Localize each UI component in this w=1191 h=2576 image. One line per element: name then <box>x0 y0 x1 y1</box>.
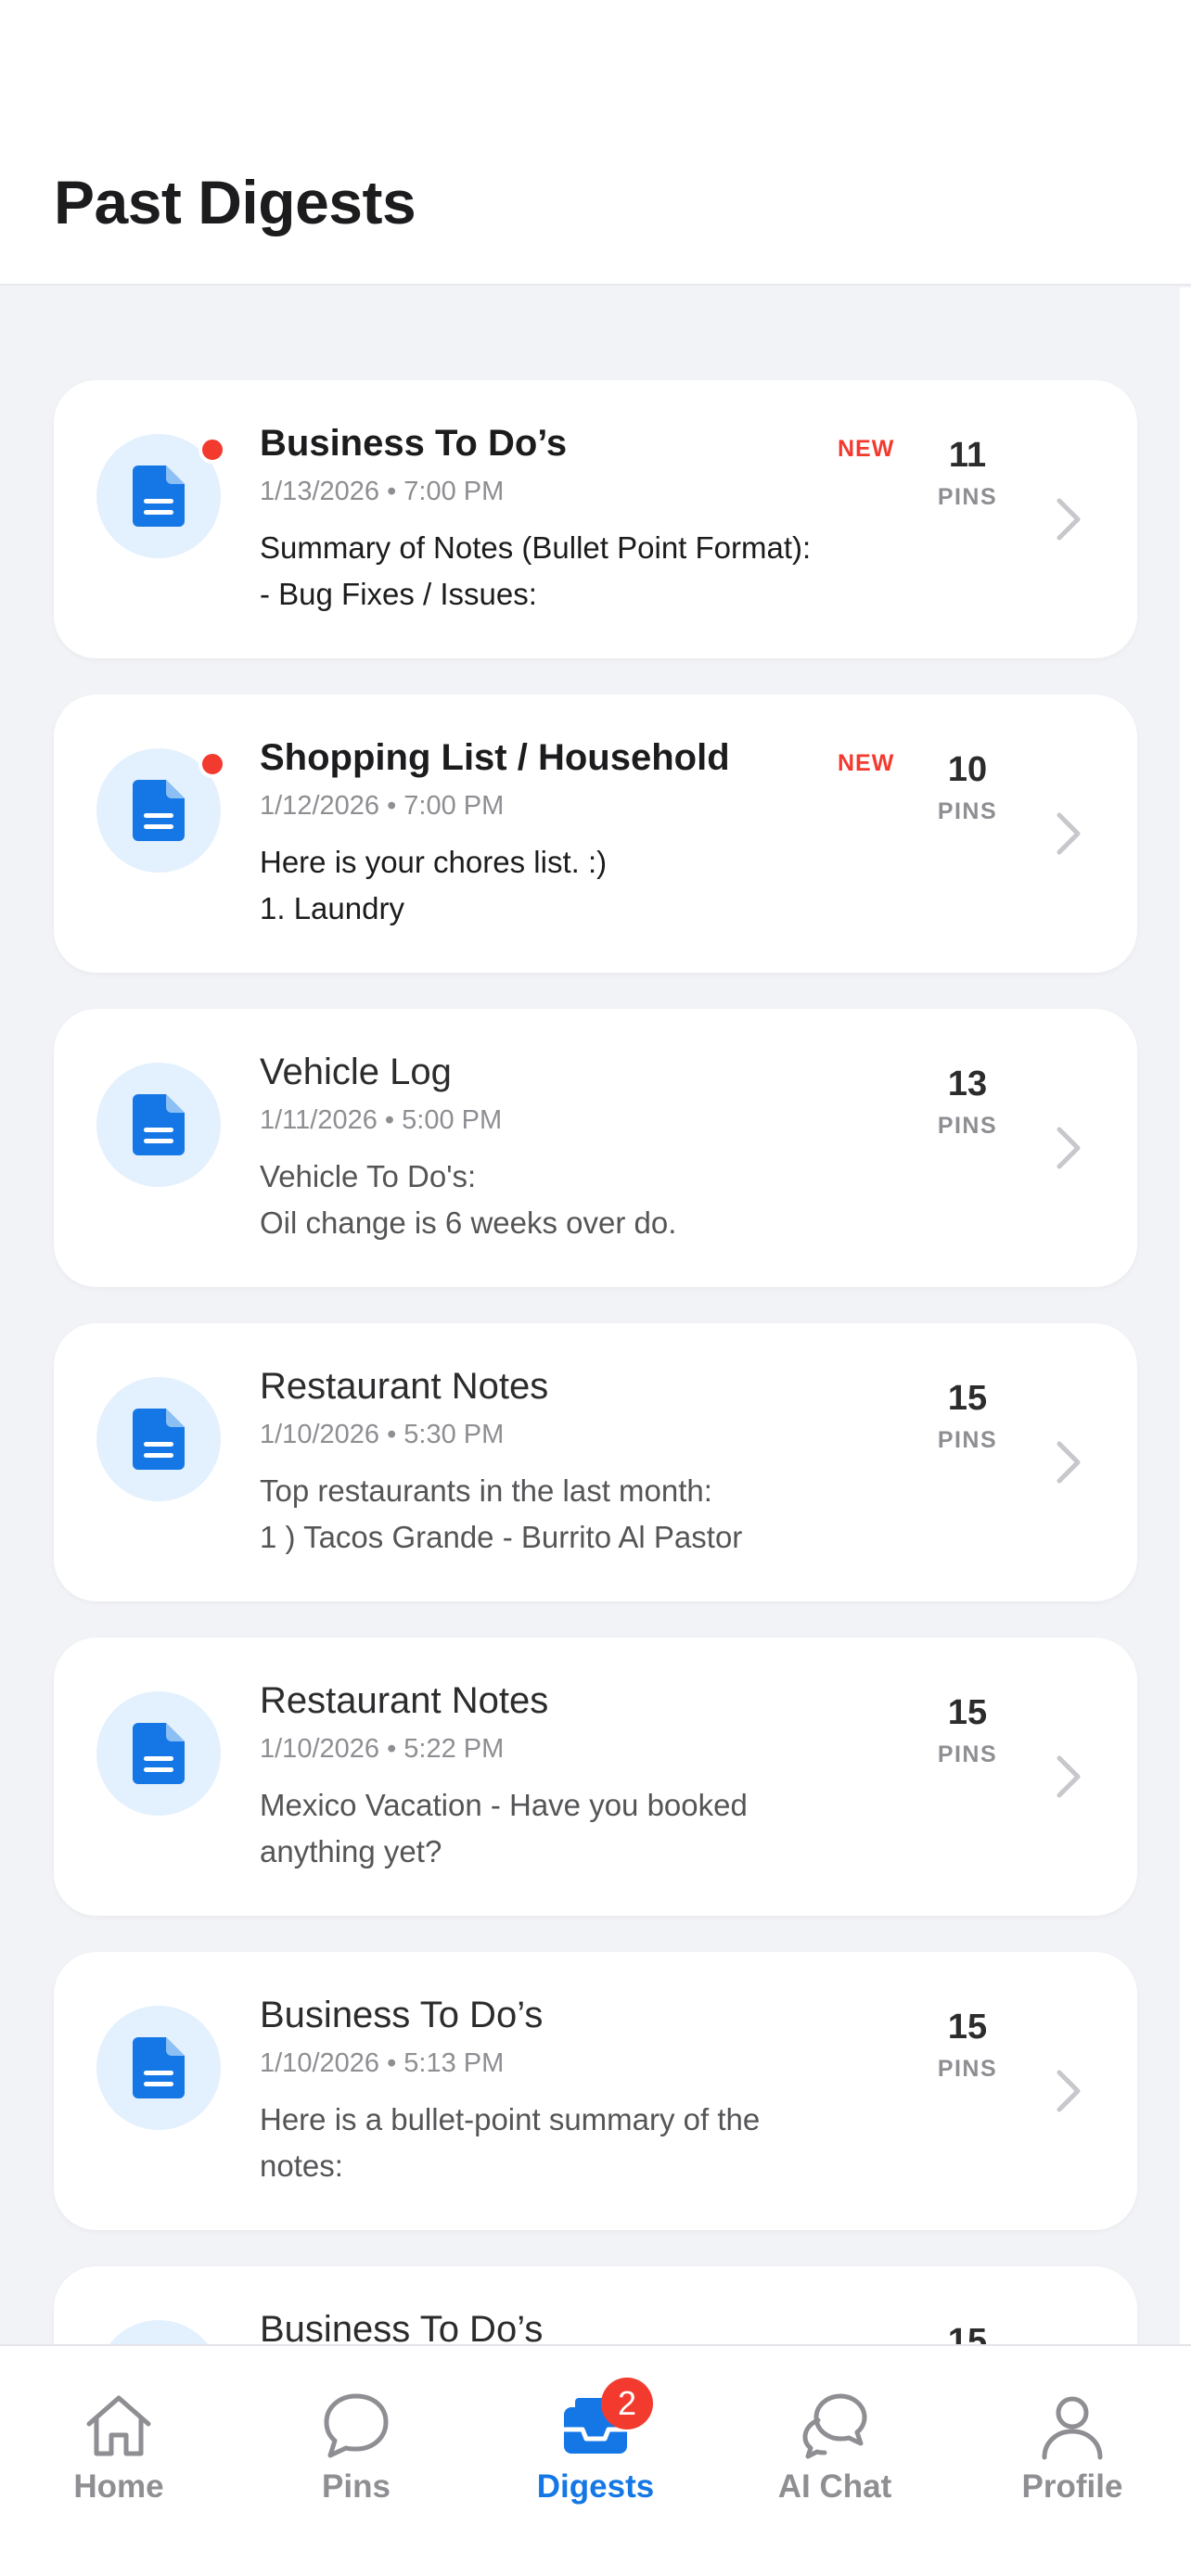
new-badge: NEW <box>838 750 895 776</box>
digest-card[interactable]: Business To Do’s 1/10/2026 • 5:13 PM Her… <box>54 1952 1137 2230</box>
digest-summary: Summary of Notes (Bullet Point Format): … <box>260 530 812 611</box>
pin-count: 13 <box>947 1065 988 1103</box>
digest-date: 1/12/2026 • 7:00 PM <box>260 791 505 821</box>
home-icon <box>86 2395 151 2456</box>
digest-title: Restaurant Notes <box>260 1680 549 1721</box>
digest-date: 1/11/2026 • 5:00 PM <box>260 1105 503 1135</box>
digest-summary: Here is a bullet-point summary of the no… <box>260 2102 761 2183</box>
person-icon <box>1042 2396 1103 2460</box>
chat-bubbles-icon <box>802 2393 867 2459</box>
pins-label: PINS <box>937 1113 998 1139</box>
digest-title: Business To Do’s <box>260 2309 544 2344</box>
tab-ai-chat[interactable]: AI Chat <box>716 2346 954 2576</box>
digest-date: 1/10/2026 • 5:13 PM <box>260 2048 505 2078</box>
chat-bubble-icon <box>324 2393 389 2458</box>
pins-label: PINS <box>937 484 998 510</box>
digest-card[interactable]: Vehicle Log 1/11/2026 • 5:00 PM Vehicle … <box>54 1009 1137 1287</box>
chevron-right-icon <box>1057 812 1081 855</box>
digest-date: 1/10/2026 • 5:30 PM <box>260 1420 505 1449</box>
digest-title: Vehicle Log <box>260 1052 452 1092</box>
document-icon <box>96 1691 221 1816</box>
digest-title: Shopping List / Household <box>260 737 730 778</box>
pin-count: 10 <box>947 750 988 789</box>
digest-summary: Here is your chores list. :) 1. Laundry <box>260 845 608 925</box>
chevron-right-icon <box>1057 498 1081 541</box>
pin-count: 15 <box>947 2008 988 2047</box>
pin-count: 11 <box>948 436 987 475</box>
digest-title: Business To Do’s <box>260 1995 544 2035</box>
pins-label: PINS <box>937 1741 998 1767</box>
header: Past Digests <box>0 0 1191 286</box>
document-icon <box>96 2320 221 2344</box>
chevron-right-icon <box>1057 1441 1081 1484</box>
chevron-right-icon <box>1057 1755 1081 1798</box>
digest-card[interactable]: Restaurant Notes 1/10/2026 • 5:30 PM Top… <box>54 1323 1137 1601</box>
digest-card[interactable]: Shopping List / Household 1/12/2026 • 7:… <box>54 695 1137 973</box>
tab-digests[interactable]: 2 Digests <box>477 2346 714 2576</box>
document-icon <box>96 2006 221 2130</box>
chevron-right-icon <box>1057 1127 1081 1169</box>
digest-title: Restaurant Notes <box>260 1366 549 1407</box>
pin-count: 15 <box>947 2322 988 2344</box>
tab-profile[interactable]: Profile <box>954 2346 1191 2576</box>
digest-summary: Top restaurants in the last month: 1 ) T… <box>260 1473 743 1554</box>
digest-card[interactable]: Business To Do’s 15 <box>54 2266 1137 2344</box>
pin-count: 15 <box>947 1379 988 1418</box>
digest-list: Business To Do’s 1/13/2026 • 7:00 PM Sum… <box>0 380 1191 2344</box>
document-icon <box>96 1377 221 1501</box>
pins-label: PINS <box>937 2056 998 2082</box>
page-title: Past Digests <box>54 168 416 236</box>
tab-pins[interactable]: Pins <box>237 2346 475 2576</box>
document-icon <box>96 1063 221 1187</box>
pin-count: 15 <box>947 1693 988 1732</box>
digest-card[interactable]: Restaurant Notes 1/10/2026 • 5:22 PM Mex… <box>54 1638 1137 1916</box>
pins-label: PINS <box>937 798 998 824</box>
pins-label: PINS <box>937 1427 998 1453</box>
digest-card[interactable]: Business To Do’s 1/13/2026 • 7:00 PM Sum… <box>54 380 1137 658</box>
unread-dot <box>198 436 226 464</box>
chevron-right-icon <box>1057 2070 1081 2112</box>
tab-bar: Home Pins 2 Digests AI Chat Profile <box>0 2344 1191 2576</box>
digest-title: Business To Do’s <box>260 423 568 464</box>
tab-home[interactable]: Home <box>0 2346 237 2576</box>
unread-dot <box>198 750 226 778</box>
notification-badge: 2 <box>601 2378 653 2429</box>
new-badge: NEW <box>838 436 895 462</box>
digest-summary: Vehicle To Do's: Oil change is 6 weeks o… <box>260 1159 677 1240</box>
digest-date: 1/13/2026 • 7:00 PM <box>260 477 505 506</box>
digest-date: 1/10/2026 • 5:22 PM <box>260 1734 505 1764</box>
digest-summary: Mexico Vacation - Have you booked anythi… <box>260 1788 748 1868</box>
